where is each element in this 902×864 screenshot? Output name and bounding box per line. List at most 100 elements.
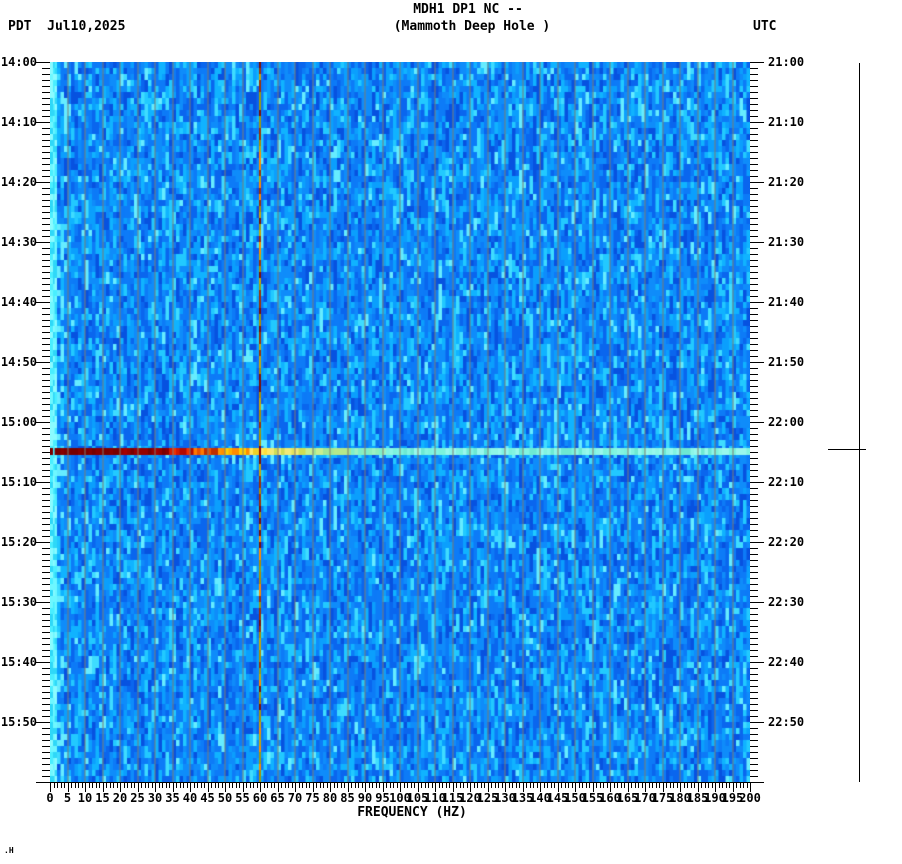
bottom-minor-tick — [407, 783, 408, 788]
bottom-minor-tick — [554, 783, 555, 788]
right-time-label: 21:30 — [768, 235, 805, 249]
bottom-minor-tick — [92, 783, 93, 788]
right-minor-tick — [750, 686, 758, 687]
bottom-minor-tick — [186, 783, 188, 788]
bottom-minor-tick — [743, 783, 744, 788]
left-minor-tick — [42, 566, 50, 567]
right-minor-tick — [750, 146, 758, 147]
bottom-minor-tick — [708, 783, 709, 788]
left-minor-tick — [42, 350, 50, 351]
right-minor-tick — [750, 344, 758, 345]
bottom-minor-tick — [631, 783, 632, 788]
left-time-label: 14:00 — [0, 55, 37, 69]
left-major-tick — [36, 182, 50, 183]
right-minor-tick — [750, 236, 758, 237]
right-major-tick — [750, 722, 764, 723]
bottom-minor-tick — [74, 783, 76, 788]
bottom-minor-tick — [123, 783, 125, 788]
bottom-minor-tick — [494, 783, 496, 788]
right-minor-tick — [750, 494, 758, 495]
left-minor-tick — [42, 494, 50, 495]
left-minor-tick — [42, 764, 50, 765]
right-minor-tick — [750, 410, 758, 411]
bottom-minor-tick — [274, 783, 275, 788]
bottom-minor-tick — [141, 783, 142, 788]
left-major-tick — [36, 242, 50, 243]
right-minor-tick — [750, 518, 758, 519]
right-minor-tick — [750, 194, 758, 195]
right-minor-tick — [750, 692, 758, 693]
bottom-minor-tick — [484, 783, 485, 788]
bottom-minor-tick — [183, 783, 184, 788]
right-minor-tick — [750, 536, 758, 537]
bottom-minor-tick — [676, 783, 678, 788]
left-time-label: 15:30 — [0, 595, 37, 609]
left-minor-tick — [42, 470, 50, 471]
bottom-minor-tick — [683, 783, 685, 788]
left-minor-tick — [42, 356, 50, 357]
right-scale-marker-crosshair — [828, 449, 866, 450]
right-time-label: 22:30 — [768, 595, 805, 609]
bottom-minor-tick — [655, 783, 657, 788]
left-minor-tick — [42, 416, 50, 417]
bottom-minor-tick — [634, 783, 636, 788]
left-minor-tick — [42, 518, 50, 519]
bottom-minor-tick — [480, 783, 482, 788]
right-minor-tick — [750, 128, 758, 129]
left-minor-tick — [42, 272, 50, 273]
bottom-minor-tick — [442, 783, 443, 788]
left-minor-tick — [42, 110, 50, 111]
bottom-minor-tick — [529, 783, 531, 788]
bottom-minor-tick — [134, 783, 135, 788]
right-major-tick — [750, 122, 764, 123]
right-minor-tick — [750, 326, 758, 327]
left-minor-tick — [42, 206, 50, 207]
left-minor-tick — [42, 386, 50, 387]
left-minor-tick — [42, 746, 50, 747]
bottom-minor-tick — [659, 783, 660, 788]
left-minor-tick — [42, 680, 50, 681]
bottom-minor-tick — [652, 783, 653, 788]
left-minor-tick — [42, 86, 50, 87]
left-minor-tick — [42, 548, 50, 549]
bottom-minor-tick — [340, 783, 342, 788]
left-minor-tick — [42, 284, 50, 285]
bottom-minor-tick — [232, 783, 233, 788]
bottom-minor-tick — [428, 783, 429, 788]
right-minor-tick — [750, 758, 758, 759]
left-time-label: 15:40 — [0, 655, 37, 669]
bottom-minor-tick — [64, 783, 65, 788]
bottom-minor-tick — [316, 783, 317, 788]
bottom-minor-tick — [585, 783, 587, 788]
left-minor-tick — [42, 380, 50, 381]
right-minor-tick — [750, 566, 758, 567]
bottom-minor-tick — [526, 783, 527, 788]
bottom-minor-tick — [386, 783, 387, 788]
left-time-label: 15:50 — [0, 715, 37, 729]
left-minor-tick — [42, 266, 50, 267]
bottom-minor-tick — [151, 783, 153, 788]
left-minor-tick — [42, 554, 50, 555]
bottom-minor-tick — [498, 783, 499, 788]
freq-tick-label: 200 — [739, 791, 761, 805]
bottom-minor-tick — [431, 783, 433, 788]
bottom-minor-tick — [414, 783, 415, 788]
left-minor-tick — [42, 776, 50, 777]
right-minor-tick — [750, 404, 758, 405]
right-major-tick — [750, 302, 764, 303]
left-minor-tick — [42, 644, 50, 645]
right-minor-tick — [750, 368, 758, 369]
left-time-label: 15:20 — [0, 535, 37, 549]
right-minor-tick — [750, 332, 758, 333]
left-minor-tick — [42, 614, 50, 615]
bottom-minor-tick — [158, 783, 160, 788]
bottom-minor-tick — [512, 783, 513, 788]
bottom-minor-tick — [690, 783, 692, 788]
bottom-minor-tick — [179, 783, 181, 788]
page-subtitle: (Mammoth Deep Hole ) — [393, 19, 551, 34]
left-minor-tick — [42, 164, 50, 165]
bottom-minor-tick — [95, 783, 97, 788]
left-major-tick — [36, 482, 50, 483]
right-minor-tick — [750, 80, 758, 81]
bottom-minor-tick — [491, 783, 492, 788]
